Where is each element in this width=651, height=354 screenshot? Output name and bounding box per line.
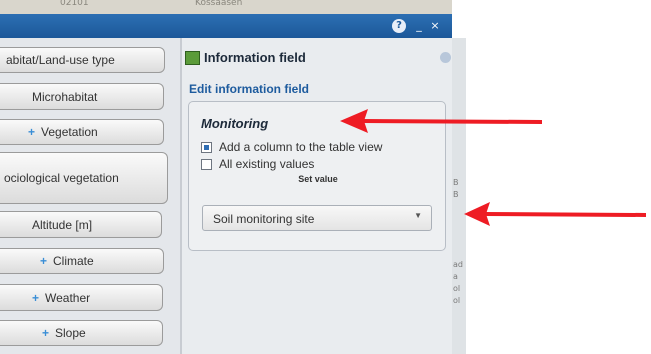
map-label: ol (453, 296, 461, 305)
microhabitat-button[interactable]: Microhabitat (0, 83, 164, 110)
panel-title: Information field (185, 50, 306, 65)
vegetation-button[interactable]: + Vegetation (0, 119, 164, 145)
map-label: B (453, 190, 459, 199)
button-label: Microhabitat (32, 89, 98, 104)
expand-plus-icon: + (42, 326, 50, 340)
button-label: Altitude [m] (32, 217, 93, 232)
expand-plus-icon: + (28, 125, 36, 139)
altitude-button[interactable]: Altitude [m] (0, 211, 162, 238)
all-existing-values-checkbox[interactable] (201, 158, 212, 170)
button-label: Climate (53, 254, 94, 268)
panel-title-text: Information field (204, 50, 306, 65)
button-label: Vegetation (41, 125, 98, 139)
button-label: Slope (55, 326, 86, 340)
set-value-dropdown[interactable]: Soil monitoring site ▼ (202, 205, 432, 231)
settings-icon[interactable] (440, 52, 451, 63)
information-field-panel: Information field Edit information field… (182, 38, 452, 354)
expand-plus-icon: + (40, 254, 48, 268)
button-label: Weather (45, 290, 91, 305)
map-label: 02101 (60, 0, 89, 8)
add-column-checkbox[interactable] (201, 141, 212, 153)
habitat-land-use-button[interactable]: abitat/Land-use type (0, 47, 165, 73)
option-label: Add a column to the table view (219, 140, 383, 154)
phytosociological-vegetation-button[interactable]: ociological vegetation (0, 152, 168, 204)
all-existing-values-option[interactable]: All existing values (201, 157, 314, 171)
dropdown-selected-value: Soil monitoring site (213, 212, 315, 226)
map-label: ol (453, 284, 461, 293)
expand-plus-icon: + (32, 290, 40, 305)
map-label: a (453, 272, 458, 281)
set-value-label: Set value (298, 174, 338, 184)
add-column-option[interactable]: Add a column to the table view (201, 140, 382, 154)
map-background-strip: 02101 Kossaäsén (0, 0, 452, 14)
application-window: 02101 Kossaäsén ? _ × abitat/Land-use ty… (0, 0, 452, 354)
information-field-icon (185, 50, 200, 65)
map-label: B (453, 178, 459, 187)
close-icon[interactable]: × (428, 19, 442, 33)
edit-information-field-heading: Edit information field (189, 82, 309, 96)
weather-button[interactable]: + Weather (0, 284, 163, 311)
option-label: All existing values (219, 157, 315, 171)
button-label: ociological vegetation (4, 171, 119, 185)
attribute-button-column: abitat/Land-use type Microhabitat + Veget… (0, 38, 180, 354)
climate-button[interactable]: + Climate (0, 248, 164, 274)
annotation-arrow-dropdown (464, 202, 647, 226)
window-titlebar: ? _ × (0, 14, 452, 38)
help-icon[interactable]: ? (392, 19, 406, 33)
chevron-down-icon[interactable]: ▼ (414, 211, 422, 220)
minimize-icon[interactable]: _ (412, 19, 426, 33)
button-label: abitat/Land-use type (6, 53, 115, 67)
monitoring-title: Monitoring (201, 116, 269, 131)
map-label: ad (453, 260, 463, 269)
map-label: Kossaäsén (195, 0, 243, 8)
annotation-arrow-monitoring (340, 109, 543, 133)
slope-button[interactable]: + Slope (0, 320, 163, 346)
